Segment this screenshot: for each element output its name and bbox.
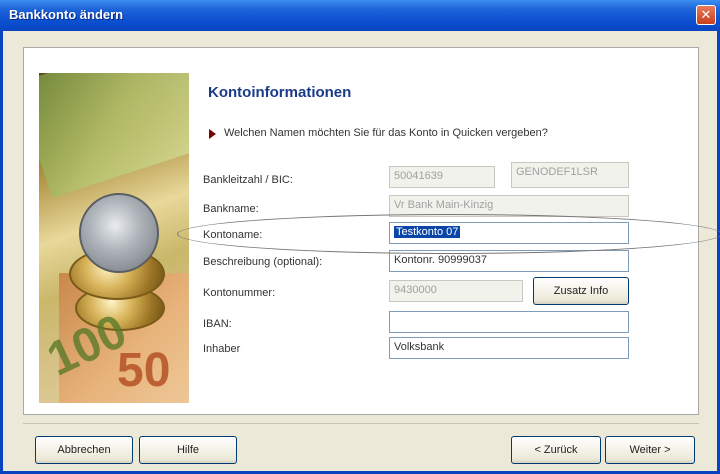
kontonummer-field: 9430000 — [389, 280, 523, 302]
next-button[interactable]: Weiter > — [605, 436, 695, 464]
beschreibung-label: Beschreibung (optional): — [203, 256, 323, 268]
iban-label: IBAN: — [203, 318, 232, 330]
iban-input[interactable] — [389, 311, 629, 333]
blz-field: 50041639 — [389, 166, 495, 188]
window-title: Bankkonto ändern — [9, 7, 124, 22]
kontoname-input[interactable]: Testkonto 07 — [389, 222, 629, 244]
banknote-green — [39, 73, 189, 198]
bankname-label: Bankname: — [203, 203, 259, 215]
beschreibung-input[interactable]: Kontonr. 90999037 — [389, 250, 629, 272]
page-title: Kontoinformationen — [208, 84, 352, 101]
help-button[interactable]: Hilfe — [139, 436, 237, 464]
zusatz-info-button[interactable]: Zusatz Info — [533, 277, 629, 305]
kontoname-selected-text: Testkonto 07 — [394, 226, 461, 238]
arrow-right-icon — [209, 129, 216, 139]
inhaber-label: Inhaber — [203, 343, 241, 355]
close-icon[interactable]: ✕ — [696, 5, 716, 25]
dialog-window: Bankkonto ändern ✕ 100 50 Kontoinformati… — [0, 0, 720, 474]
question-text: Welchen Namen möchten Sie für das Konto … — [224, 127, 548, 139]
back-button[interactable]: < Zurück — [511, 436, 601, 464]
bic-field: GENODEF1LSR — [511, 162, 629, 188]
money-illustration: 100 50 — [39, 73, 189, 403]
button-separator — [23, 423, 699, 424]
euro-coin — [79, 193, 159, 273]
kontoname-label: Kontoname: — [203, 229, 263, 241]
kontonummer-label: Kontonummer: — [203, 287, 276, 299]
inhaber-input[interactable]: Volksbank — [389, 337, 629, 359]
cancel-button[interactable]: Abbrechen — [35, 436, 133, 464]
blz-label: Bankleitzahl / BIC: — [203, 174, 293, 186]
title-bar[interactable]: Bankkonto ändern ✕ — [0, 0, 720, 31]
banknote-number: 50 — [117, 344, 171, 397]
bankname-field: Vr Bank Main-Kinzig — [389, 195, 629, 217]
